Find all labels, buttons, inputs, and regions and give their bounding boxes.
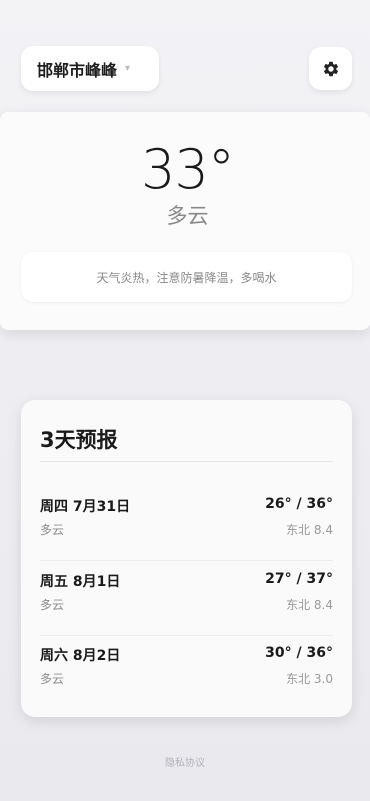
forecast-temp-range: 26° / 36° bbox=[265, 496, 333, 512]
settings-button[interactable] bbox=[309, 47, 352, 90]
forecast-temp-range: 30° / 36° bbox=[265, 645, 333, 661]
current-temperature: 33° bbox=[141, 138, 235, 201]
forecast-date: 周五 8月1日 bbox=[40, 574, 121, 590]
location-selector[interactable]: 邯郸市峰峰 ▾ bbox=[21, 46, 159, 91]
forecast-day-row: 周四 7月31日 多云 26° / 36° 东北 8.4 bbox=[40, 486, 333, 561]
privacy-policy-link[interactable]: 隐私协议 bbox=[0, 754, 370, 769]
forecast-condition: 多云 bbox=[40, 672, 65, 686]
forecast-wind: 东北 8.4 bbox=[286, 598, 333, 612]
location-label: 邯郸市峰峰 bbox=[37, 60, 118, 80]
forecast-date: 周四 7月31日 bbox=[40, 499, 131, 515]
forecast-divider bbox=[40, 461, 333, 462]
forecast-day-row: 周六 8月2日 多云 30° / 36° 东北 3.0 bbox=[40, 635, 333, 710]
forecast-temp-range: 27° / 37° bbox=[265, 571, 333, 587]
forecast-card: 3天预报 周四 7月31日 多云 26° / 36° 东北 8.4 周五 8月1… bbox=[21, 400, 352, 717]
forecast-title: 3天预报 bbox=[40, 428, 118, 452]
forecast-condition: 多云 bbox=[40, 523, 65, 537]
current-condition: 多云 bbox=[166, 204, 209, 228]
weather-page: 邯郸市峰峰 ▾ 33° 多云 天气炎热，注意防暑降温，多喝水 3天预报 周四 7… bbox=[0, 0, 370, 801]
forecast-wind: 东北 3.0 bbox=[286, 672, 333, 686]
chevron-down-icon: ▾ bbox=[125, 63, 131, 74]
forecast-condition: 多云 bbox=[40, 598, 65, 612]
weather-tip-text: 天气炎热，注意防暑降温，多喝水 bbox=[96, 270, 277, 285]
forecast-wind: 东北 8.4 bbox=[286, 523, 333, 537]
forecast-day-row: 周五 8月1日 多云 27° / 37° 东北 8.4 bbox=[40, 561, 333, 636]
gear-icon bbox=[323, 61, 338, 76]
forecast-date: 周六 8月2日 bbox=[40, 648, 121, 664]
weather-tip: 天气炎热，注意防暑降温，多喝水 bbox=[21, 252, 352, 302]
